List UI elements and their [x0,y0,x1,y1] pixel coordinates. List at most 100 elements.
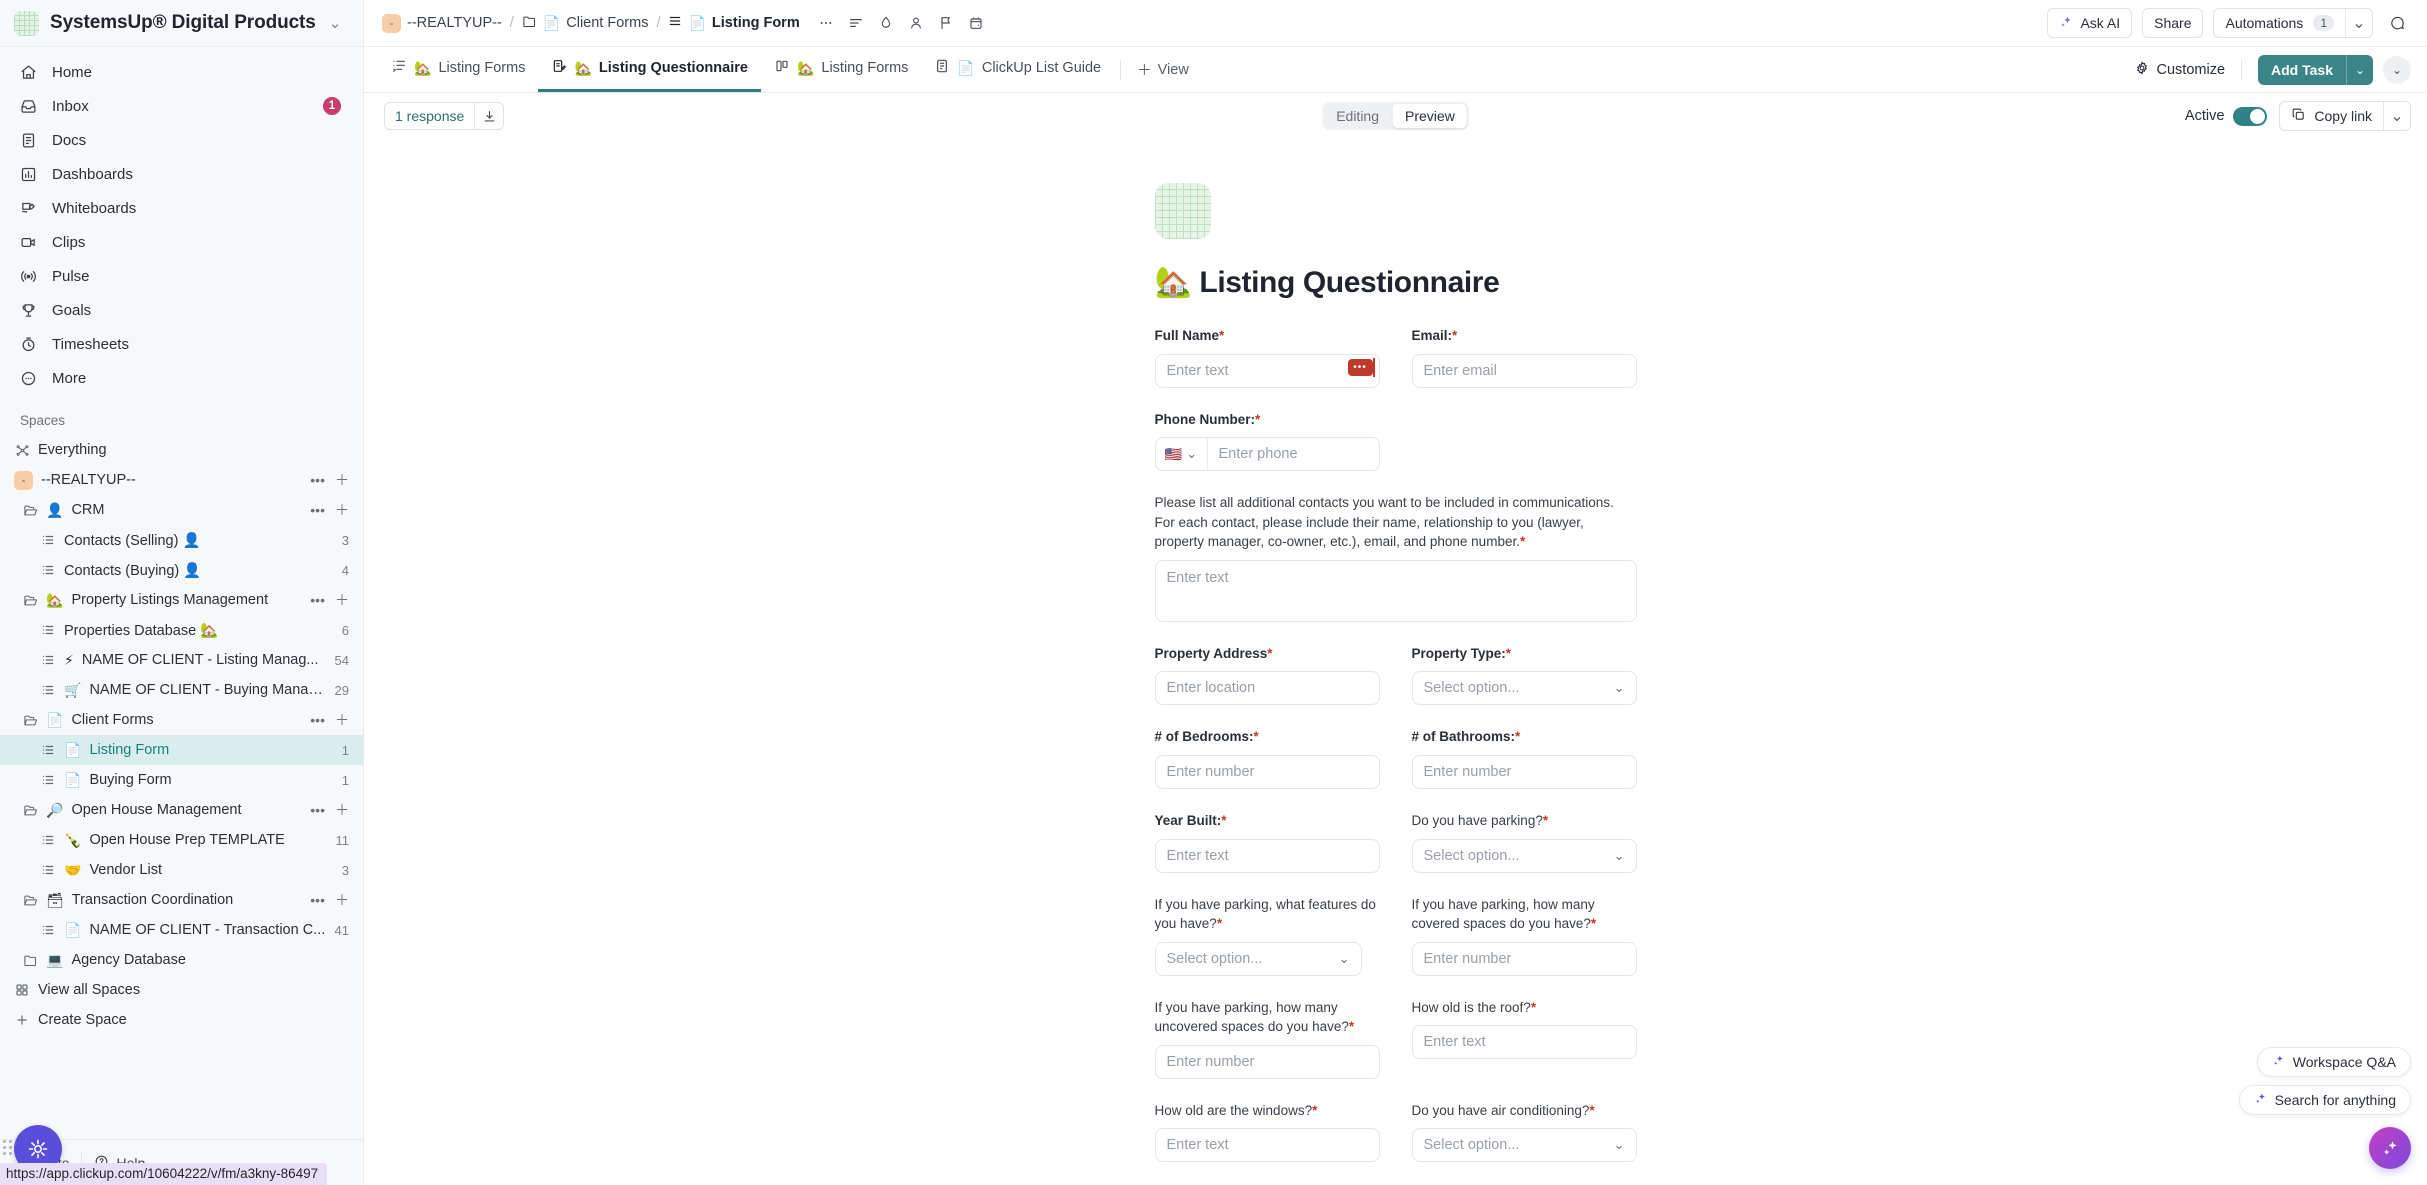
add-view-button[interactable]: ＋ View [1127,47,1199,92]
segment-preview[interactable]: Preview [1393,104,1467,128]
tab-listing-questionnaire[interactable]: 🏡 Listing Questionnaire [538,47,761,92]
sidebar-list-vendor-list[interactable]: 🤝 Vendor List 3 [0,855,363,885]
email-input[interactable]: Enter email [1411,353,1637,388]
full-name-input[interactable]: Enter text ••• [1154,353,1380,388]
sidebar-item-timesheets[interactable]: Timesheets [0,327,363,361]
plus-icon[interactable]: ＋ [335,500,349,520]
breadcrumb-space[interactable]: - --REALTYUP-- [382,13,502,33]
ellipsis-icon[interactable]: ••• [310,592,325,608]
tab-clickup-list-guide[interactable]: 📄 ClickUp List Guide [921,47,1114,92]
sidebar-list-transaction-checklist[interactable]: 📄 NAME OF CLIENT - Transaction C... 41 [0,915,363,945]
ellipsis-icon[interactable]: ••• [310,802,325,818]
breadcrumb-folder[interactable]: 📄 Client Forms [522,14,648,33]
search-anything-button[interactable]: Search for anything [2238,1085,2411,1115]
air-conditioning-select[interactable]: Select option... ⌄ [1411,1128,1637,1163]
sidebar-item-goals[interactable]: Goals [0,293,363,327]
ellipsis-icon[interactable]: ••• [310,502,325,518]
ai-sparkle-icon [2272,1054,2285,1070]
ask-ai-button[interactable]: Ask AI [2047,8,2133,38]
roof-age-input[interactable]: Enter text [1411,1025,1637,1060]
form-active-toggle[interactable]: Active [2185,106,2268,126]
sidebar-folder-client-forms[interactable]: 📄 Client Forms ••• ＋ [0,705,363,735]
sidebar-list-contacts-buying[interactable]: Contacts (Buying) 👤 4 [0,555,363,585]
ellipsis-icon[interactable]: ••• [310,892,325,908]
sidebar-list-open-house-prep[interactable]: 🍾 Open House Prep TEMPLATE 11 [0,825,363,855]
automations-main[interactable]: Automations 1 [2214,9,2345,37]
toggle-switch[interactable] [2233,106,2268,126]
property-type-select[interactable]: Select option... ⌄ [1411,671,1637,706]
sidebar-item-more[interactable]: More [0,361,363,395]
windows-age-input[interactable]: Enter text [1154,1128,1380,1163]
download-responses-button[interactable] [475,103,503,129]
copy-link-button[interactable]: Copy link ⌄ [2279,101,2411,131]
sidebar-item-inbox[interactable]: Inbox 1 [0,89,363,123]
create-space-button[interactable]: Create Space [0,1005,363,1035]
ellipsis-icon[interactable] [818,15,834,31]
uncovered-spaces-input[interactable]: Enter number [1154,1044,1380,1079]
flag-icon[interactable] [938,15,954,31]
calendar-icon[interactable] [968,15,984,31]
phone-input-group[interactable]: 🇺🇸 ⌄ Enter phone [1154,437,1380,472]
property-address-input[interactable]: Enter location [1154,671,1380,706]
sidebar-folder-open-house[interactable]: 🔎 Open House Management ••• ＋ [0,795,363,825]
collapse-toolbar-button[interactable]: ⌄ [2383,55,2411,84]
share-button[interactable]: Share [2142,8,2204,38]
view-all-spaces-button[interactable]: View all Spaces [0,975,363,1005]
sidebar-item-docs[interactable]: Docs [0,123,363,157]
breadcrumb-list[interactable]: 📄 Listing Form [668,14,800,32]
sidebar-item-whiteboards[interactable]: Whiteboards [0,191,363,225]
has-parking-select[interactable]: Select option... ⌄ [1411,838,1637,873]
bathrooms-input[interactable]: Enter number [1411,754,1637,789]
sidebar-folder-agency-database[interactable]: 💻 Agency Database [0,945,363,975]
workspace-header[interactable]: SystemsUp® Digital Products ⌄ [0,0,363,47]
sidebar-list-buying-form[interactable]: 📄 Buying Form 1 [0,765,363,795]
add-task-main[interactable]: Add Task [2258,55,2346,85]
sidebar-item-pulse[interactable]: Pulse [0,259,363,293]
sidebar-folder-property-listings[interactable]: 🏡 Property Listings Management ••• ＋ [0,585,363,615]
segment-editing[interactable]: Editing [1324,104,1391,128]
sidebar-item-clips[interactable]: Clips [0,225,363,259]
sidebar-item-home[interactable]: Home [0,55,363,89]
notifications-button[interactable] [2383,9,2411,37]
plus-icon[interactable]: ＋ [335,890,349,910]
sidebar-item-dashboards[interactable]: Dashboards [0,157,363,191]
year-built-input[interactable]: Enter text [1154,838,1380,873]
chevron-down-icon[interactable]: ⌄ [2347,55,2373,85]
plus-icon[interactable]: ＋ [335,800,349,820]
tab-listing-forms-list[interactable]: 🏡 Listing Forms [378,47,538,92]
responses-count-button[interactable]: 1 response [385,103,474,129]
sidebar-list-listing-form[interactable]: 📄 Listing Form 1 [0,735,363,765]
ai-sparkle-fab-button[interactable] [2369,1127,2411,1169]
additional-contacts-textarea[interactable]: Enter text [1154,559,1637,622]
droplet-icon[interactable] [878,15,894,31]
person-icon[interactable] [908,15,924,31]
copy-link-main[interactable]: Copy link [2280,102,2383,130]
country-code-select[interactable]: 🇺🇸 ⌄ [1156,438,1208,471]
sidebar-folder-transaction-coordination[interactable]: 🗃 Transaction Coordination ••• ＋ [0,885,363,915]
parking-features-select[interactable]: Select option... ⌄ [1154,941,1362,976]
chevron-down-icon[interactable]: ⌄ [329,14,342,32]
plus-icon[interactable]: ＋ [335,470,349,490]
sidebar-list-contacts-selling[interactable]: Contacts (Selling) 👤 3 [0,525,363,555]
workspace-qa-button[interactable]: Workspace Q&A [2256,1047,2411,1077]
plus-icon[interactable]: ＋ [335,590,349,610]
tab-listing-forms-board[interactable]: 🏡 Listing Forms [761,47,921,92]
sidebar-list-buying-management[interactable]: 🛒 NAME OF CLIENT - Buying Manag... 29 [0,675,363,705]
bedrooms-input[interactable]: Enter number [1154,754,1380,789]
add-task-button[interactable]: Add Task ⌄ [2258,54,2373,85]
sidebar-folder-crm[interactable]: 👤 CRM ••• ＋ [0,495,363,525]
plus-icon[interactable]: ＋ [335,710,349,730]
covered-spaces-input[interactable]: Enter number [1411,941,1637,976]
automations-button[interactable]: Automations 1 ⌄ [2213,8,2373,38]
chevron-down-icon[interactable]: ⌄ [2346,9,2372,37]
ellipsis-icon[interactable]: ••• [310,472,325,488]
sidebar-list-properties-database[interactable]: Properties Database 🏡 6 [0,615,363,645]
customize-button[interactable]: Customize [2134,60,2225,80]
ellipsis-icon[interactable]: ••• [310,712,325,728]
phone-number-input[interactable]: Enter phone [1208,438,1379,470]
chevron-down-icon[interactable]: ⌄ [2384,102,2410,130]
sort-icon[interactable] [848,15,864,31]
sidebar-item-everything[interactable]: Everything [0,435,363,465]
sidebar-list-listing-management[interactable]: ⚡ NAME OF CLIENT - Listing Manag... 54 [0,645,363,675]
sidebar-space-realtyup[interactable]: - --REALTYUP-- ••• ＋ [0,465,363,495]
